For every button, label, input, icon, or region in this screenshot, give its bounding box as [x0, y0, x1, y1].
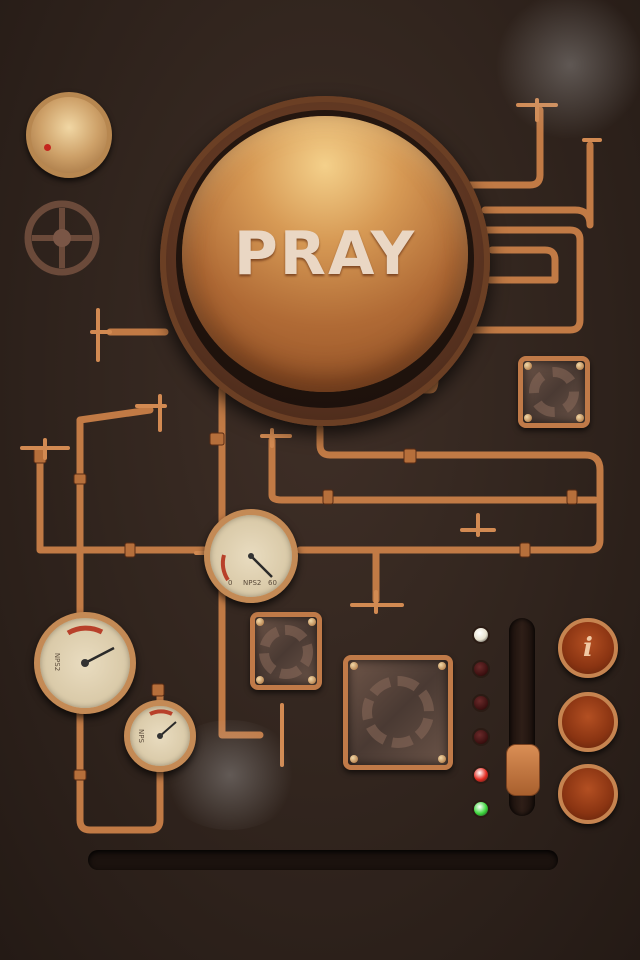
led-6-indicator: [472, 800, 490, 818]
pressure-gauge-center: NPS2 0 60: [204, 509, 298, 603]
pressure-gauge-left-small: NPS: [124, 700, 196, 772]
pressure-gauge-left-large: NPS2: [34, 612, 136, 714]
gauge-label: NPS2: [243, 579, 262, 587]
gear-window: [518, 356, 590, 428]
led-3-indicator: [472, 694, 490, 712]
info-icon: i: [583, 633, 593, 663]
pray-button-label: PRAY: [233, 219, 417, 289]
led-2-indicator: [472, 660, 490, 678]
gauge-min: 0: [228, 579, 233, 587]
steampunk-panel: PRAY NPS2 0 60 NPS2 NPS i: [0, 0, 640, 960]
valve-wheel-icon[interactable]: [22, 198, 102, 278]
led-1-indicator: [472, 626, 490, 644]
round-button-2[interactable]: [558, 692, 618, 752]
gear-window-large: [343, 655, 453, 770]
knob-indicator-dot: [44, 144, 51, 151]
led-4-indicator: [472, 728, 490, 746]
info-button[interactable]: i: [558, 618, 618, 678]
round-button-3[interactable]: [558, 764, 618, 824]
bottom-slot: [88, 850, 558, 870]
gauge-label: NPS: [136, 729, 145, 743]
gear-window: [250, 612, 322, 690]
gauge-label: NPS2: [53, 652, 62, 672]
led-5-indicator: [472, 766, 490, 784]
gauge-max: 60: [268, 579, 277, 587]
pray-button[interactable]: PRAY: [182, 116, 468, 392]
lever-slider-handle[interactable]: [506, 743, 540, 796]
dial-knob[interactable]: [26, 92, 112, 178]
